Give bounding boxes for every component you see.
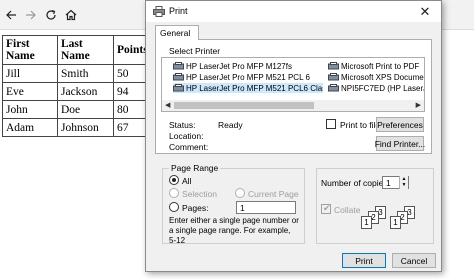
collate-checkbox[interactable]: ✔: [321, 203, 331, 214]
home-icon[interactable]: [62, 6, 80, 24]
pages-input[interactable]: 1: [236, 201, 296, 214]
printer-name: HP LaserJet Pro MFP M127fs: [186, 61, 292, 71]
printer-icon: [328, 62, 339, 70]
status-label: Status:: [169, 120, 196, 130]
column-header: First Name: [2, 35, 58, 65]
cancel-button[interactable]: Cancel: [392, 253, 436, 268]
table-cell: Jackson: [57, 82, 114, 101]
scrollbar-thumb[interactable]: [174, 102, 314, 109]
printer-item[interactable]: Microsoft XPS Documen: [328, 72, 424, 82]
print-to-file-label: Print to file: [340, 120, 381, 130]
pages-label: Pages:: [182, 203, 209, 213]
table-cell: Johnson: [57, 118, 114, 137]
printer-item[interactable]: HP LaserJet Pro MFP M521 PCL 6: [173, 72, 323, 82]
table-row: Adam Johnson 67: [2, 118, 152, 137]
print-button[interactable]: Print: [342, 253, 386, 268]
table-row: Jill Smith 50: [2, 64, 152, 83]
printer-icon: [173, 73, 184, 81]
radio-selected-dot: [172, 178, 176, 182]
preferences-button[interactable]: Preferences: [376, 117, 424, 132]
collate-page-icon: 1: [390, 216, 401, 229]
find-printer-button[interactable]: Find Printer...: [375, 136, 425, 151]
arrow-right-icon[interactable]: [22, 6, 40, 24]
current-page-radio[interactable]: [235, 188, 245, 198]
status-value: Ready: [218, 120, 243, 130]
select-printer-label: Select Printer: [169, 46, 221, 56]
dialog-titlebar[interactable]: Print ✕: [146, 1, 441, 22]
all-radio[interactable]: [169, 175, 179, 185]
dialog-title: Print: [169, 6, 188, 16]
printer-icon: [328, 84, 339, 92]
printer-name: Microsoft Print to PDF: [341, 61, 420, 71]
selection-label: Selection: [182, 189, 217, 199]
scroll-right-icon[interactable]: ▶: [416, 101, 421, 109]
printer-name: Microsoft XPS Documen: [341, 72, 424, 82]
scores-table: First Name Last Name Points Jill Smith 5…: [2, 35, 152, 137]
printer-item[interactable]: Microsoft Print to PDF: [328, 61, 424, 71]
reload-icon[interactable]: [42, 6, 60, 24]
page-range-hint: Enter either a single page number or a s…: [169, 216, 299, 245]
printer-name: HP LaserJet Pro MFP M521 PCL6 Class Dr..…: [186, 83, 323, 93]
copies-input[interactable]: 1 ▲ ▼: [382, 176, 409, 189]
horizontal-scrollbar[interactable]: ◀ ▶: [162, 100, 424, 111]
checkmark-icon: ✔: [323, 203, 331, 213]
scroll-left-icon[interactable]: ◀: [165, 101, 170, 109]
printer-name: NPI5FC7ED (HP LaserJet: [341, 83, 424, 93]
printer-icon: [153, 6, 165, 19]
arrow-left-icon[interactable]: [2, 6, 20, 24]
all-label: All: [182, 176, 192, 186]
table-row: Eve Jackson 94: [2, 82, 152, 101]
printer-list[interactable]: HP LaserJet Pro MFP M127fs HP LaserJet P…: [161, 57, 425, 112]
table-cell: John: [2, 100, 58, 119]
printer-name: HP LaserJet Pro MFP M521 PCL 6: [186, 72, 310, 82]
printer-icon: [173, 62, 184, 70]
collate-page-icon: 1: [361, 216, 372, 229]
table-cell: Smith: [57, 64, 114, 83]
page-range-legend: Page Range: [169, 163, 221, 173]
copies-label: Number of copies:: [321, 178, 390, 188]
printer-item[interactable]: HP LaserJet Pro MFP M127fs: [173, 61, 323, 71]
printer-icon: [328, 73, 339, 81]
current-page-label: Current Page: [248, 189, 299, 199]
pages-radio[interactable]: [169, 202, 179, 212]
print-to-file-checkbox[interactable]: [326, 119, 336, 129]
close-icon[interactable]: ✕: [411, 2, 439, 21]
column-header: Last Name: [57, 35, 114, 65]
print-dialog: Print ✕ General Select Printer HP LaserJ…: [145, 0, 442, 272]
table-header-row: First Name Last Name Points: [2, 35, 152, 65]
table-cell: Jill: [2, 64, 58, 83]
printer-item-selected[interactable]: HP LaserJet Pro MFP M521 PCL6 Class Dr..…: [173, 83, 323, 93]
tab-general[interactable]: General: [155, 25, 199, 40]
location-label: Location:: [169, 131, 204, 141]
printer-item[interactable]: NPI5FC7ED (HP LaserJet: [328, 83, 424, 93]
comment-label: Comment:: [169, 142, 209, 152]
table-row: John Doe 80: [2, 100, 152, 119]
printer-icon: [173, 84, 184, 92]
collate-label: Collate: [334, 205, 361, 215]
copies-spinner[interactable]: ▲ ▼: [399, 176, 408, 189]
copies-value: 1: [386, 178, 391, 188]
table-cell: Eve: [2, 82, 58, 101]
selection-radio[interactable]: [169, 188, 179, 198]
table-cell: Adam: [2, 118, 58, 137]
table-cell: Doe: [57, 100, 114, 119]
